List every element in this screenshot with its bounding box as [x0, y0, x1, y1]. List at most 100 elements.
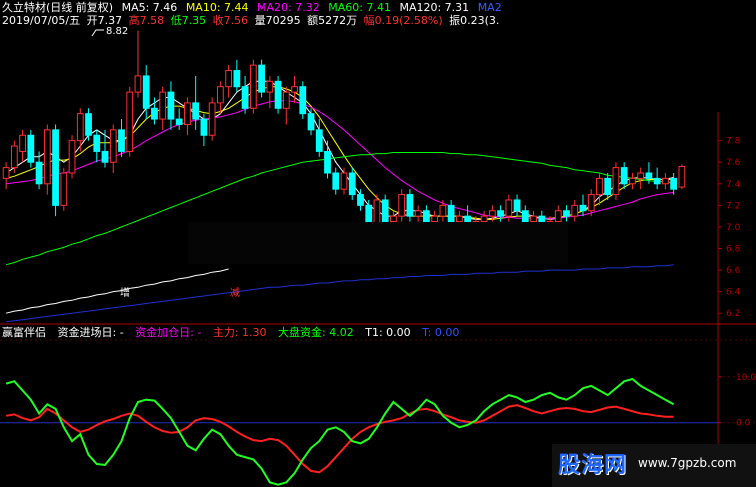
candle-body — [126, 91, 134, 152]
ma60-value: MA60: 7.41 — [328, 1, 391, 14]
indicator-header: 赢富伴侣 资金进场日: - 资金加仓日: - 主力: 1.30 大盘资金: 4.… — [2, 326, 459, 339]
signal-label-decrease: 减 — [230, 288, 240, 299]
candle-body — [291, 86, 298, 93]
candle-body — [225, 70, 233, 88]
candle-body — [43, 129, 51, 185]
candle-body — [85, 113, 92, 136]
price-tick-label: 6.6 — [726, 266, 741, 276]
price-tick-label: 7.0 — [726, 223, 741, 233]
indicator-tick-label: 10.0 — [736, 373, 756, 383]
capital-add-day: 资金加仓日: - — [135, 326, 202, 339]
candle-body — [101, 150, 109, 163]
candle-body — [629, 177, 636, 185]
candle-body — [423, 210, 430, 223]
candle-body — [68, 140, 76, 174]
peak-leader-line — [91, 29, 104, 37]
candle-body — [249, 64, 257, 109]
candle-body — [431, 215, 439, 223]
candle-body — [241, 86, 249, 109]
candle-body — [184, 102, 191, 125]
candle-body — [637, 172, 645, 179]
ma5-value: MA5: 7.46 — [121, 1, 178, 14]
candle-body — [307, 113, 315, 131]
indicator-tick-label: 0.0 — [736, 419, 751, 429]
watermark-url: www.7gpzb.com — [638, 456, 737, 470]
candle-body — [530, 215, 537, 223]
candle-body — [10, 145, 18, 169]
candle-body — [505, 199, 513, 217]
candle-body — [282, 91, 290, 109]
candle-body — [118, 129, 125, 152]
stock-title: 久立特材(日线 前复权) — [2, 1, 114, 14]
candle-body — [159, 91, 167, 120]
bar-amount: 额5272万 — [307, 14, 358, 27]
candle-body — [175, 118, 183, 125]
candle-body — [60, 172, 68, 206]
candle-body — [398, 194, 406, 217]
signal-label-increase: 增 — [120, 288, 130, 299]
candle-body — [596, 177, 603, 196]
candle-body — [332, 172, 340, 190]
t1-value: T1: 0.00 — [365, 326, 411, 339]
candle-body — [299, 86, 307, 115]
candle-body — [167, 91, 175, 120]
bar-date: 2019/07/05/五 — [2, 14, 81, 27]
candle-body — [233, 70, 241, 88]
price-tick-label: 7.4 — [726, 180, 741, 190]
bar-volume: 量70295 — [254, 14, 301, 27]
candle-body — [480, 215, 488, 223]
candle-body — [653, 177, 661, 185]
candle-body — [406, 194, 414, 217]
bar-high: 高7.58 — [128, 14, 165, 27]
candle-body — [488, 210, 496, 217]
ma2-value: MA2 — [477, 1, 502, 14]
candle-body — [662, 177, 669, 185]
candle-body — [464, 215, 471, 223]
candle-body — [678, 166, 686, 188]
candle-body — [521, 210, 529, 223]
candle-body — [93, 134, 101, 152]
candle-body — [571, 204, 579, 217]
candle-body — [200, 118, 208, 136]
candle-body — [390, 215, 397, 223]
candle-body — [109, 129, 117, 163]
price-tick-label: 6.2 — [726, 309, 740, 319]
candle-body — [274, 80, 282, 109]
candle-body — [579, 204, 587, 212]
market-capital-value: 大盘资金: 4.02 — [278, 326, 354, 339]
price-tick-label: 6.4 — [726, 288, 741, 298]
main-force-value: 主力: 1.30 — [212, 326, 267, 339]
candle-body — [604, 177, 612, 196]
redaction-box-top-right — [428, 20, 756, 112]
bar-low: 低7.35 — [170, 14, 207, 27]
candle-body — [142, 75, 150, 109]
candle-body — [266, 80, 274, 93]
candle-body — [455, 215, 463, 223]
candle-body — [357, 194, 364, 206]
candle-body — [554, 210, 562, 223]
header-row-1: 久立特材(日线 前复权) MA5: 7.46 MA10: 7.44 MA20: … — [2, 1, 502, 14]
price-tick-label: 7.8 — [726, 137, 741, 147]
candle-body — [348, 172, 356, 196]
candle-body — [192, 102, 200, 120]
candle-body — [217, 86, 224, 104]
price-tick-label: 7.2 — [726, 201, 740, 211]
watermark-brand: 股海网 — [558, 453, 628, 478]
redaction-box-middle — [188, 222, 568, 264]
ma120-value: MA120: 7.31 — [399, 1, 470, 14]
candle-body — [52, 129, 59, 206]
candle-body — [513, 199, 521, 212]
candle-body — [19, 134, 26, 152]
peak-price-label: 8.82 — [106, 26, 129, 37]
price-tick-label: 6.8 — [726, 245, 741, 255]
price-tick-label: 7.6 — [726, 158, 741, 168]
watermark-logo: 股海网 www.7gpzb.com — [552, 444, 756, 487]
bar-close: 收7.56 — [212, 14, 249, 27]
capital-entry-day: 资金进场日: - — [57, 326, 124, 339]
candle-body — [324, 150, 331, 174]
ma20-value: MA20: 7.32 — [257, 1, 320, 14]
candle-body — [414, 210, 422, 217]
bar-change: 幅0.19(2.58%) — [363, 14, 443, 27]
candle-body — [35, 161, 43, 185]
candle-body — [2, 167, 10, 179]
